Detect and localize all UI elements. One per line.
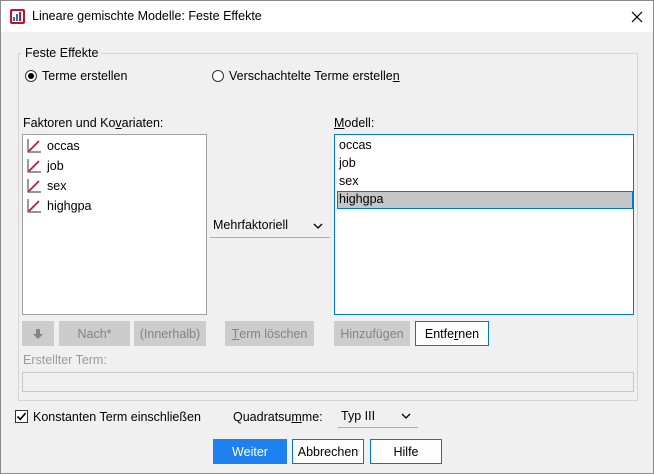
build-type-dropdown[interactable]: Mehrfaktoriell <box>210 214 330 236</box>
cancel-button[interactable]: Abbrechen <box>292 439 364 464</box>
arrow-down-icon <box>33 328 43 339</box>
sum-of-squares-value: Typ III <box>341 409 376 423</box>
chevron-down-icon <box>313 223 323 229</box>
innerhalb-button[interactable]: (Innerhalb) <box>134 321 206 346</box>
radio-build-terms[interactable] <box>25 70 37 82</box>
add-button[interactable]: Hinzufügen <box>334 321 410 346</box>
delete-term-label: erm löschen <box>239 326 308 341</box>
title-bar: Lineare gemischte Modelle: Feste Effekte <box>1 1 653 32</box>
scale-variable-icon <box>27 139 41 153</box>
model-label-mnemonic: M <box>334 116 345 130</box>
factors-label: Faktoren und Kovariaten: <box>23 116 163 130</box>
help-button[interactable]: Hilfe <box>370 439 442 464</box>
close-button[interactable] <box>621 2 653 31</box>
close-icon <box>631 11 643 22</box>
list-item-label: highgpa <box>47 199 92 213</box>
list-item-label: sex <box>47 179 67 193</box>
sum-of-squares-mnemonic: m <box>291 410 302 424</box>
delete-term-mnemonic: T <box>231 326 240 341</box>
nach-button[interactable]: Nach* <box>59 321 130 346</box>
model-label-post: odell: <box>344 116 375 130</box>
list-item-label: job <box>47 159 64 173</box>
list-item[interactable]: occas <box>26 137 80 155</box>
radio-nested-terms[interactable] <box>212 70 224 82</box>
chevron-down-icon <box>401 413 411 419</box>
factors-label-post: ariaten: <box>121 116 164 130</box>
sum-of-squares-underline <box>338 427 418 428</box>
remove-button[interactable]: Entfe r nen <box>415 321 489 346</box>
include-intercept-label[interactable]: Konstanten Term einschließen <box>33 410 201 424</box>
factors-list[interactable]: occas job sex highgpa <box>22 134 207 315</box>
remove-label-pre: Entfe <box>424 326 455 341</box>
checkmark-icon <box>16 412 27 421</box>
scale-variable-icon <box>27 199 41 213</box>
list-item-label: occas <box>47 139 80 153</box>
radio-build-terms-label[interactable]: Terme erstellen <box>42 69 127 83</box>
model-label: Modell: <box>334 116 374 130</box>
model-list[interactable]: occas job sex highgpa <box>334 134 634 315</box>
by-arrow-button[interactable] <box>22 321 54 346</box>
delete-term-button[interactable]: Term löschen <box>225 321 314 346</box>
list-item[interactable]: sex <box>337 173 633 191</box>
sum-of-squares-dropdown[interactable]: Typ III <box>338 405 418 427</box>
build-type-value: Mehrfaktoriell <box>213 218 289 232</box>
spss-app-icon <box>10 9 25 24</box>
list-item-selected[interactable]: highgpa <box>337 191 633 209</box>
scale-variable-icon <box>27 179 41 193</box>
sum-of-squares-label: Quadratsumme: <box>233 410 323 424</box>
include-intercept-checkbox[interactable] <box>15 410 28 423</box>
list-item[interactable]: job <box>337 155 633 173</box>
radio-nested-terms-label-text: Verschachtelte Terme erstelle <box>229 69 393 83</box>
radio-nested-terms-mnemonic: n <box>392 69 400 83</box>
build-type-underline <box>210 237 330 238</box>
factors-label-pre: Faktoren und Ko <box>23 116 116 130</box>
remove-label-post: nen <box>458 326 480 341</box>
list-item[interactable]: job <box>26 157 64 175</box>
fixed-effects-group-label: Feste Effekte <box>22 46 102 60</box>
list-item[interactable]: highgpa <box>26 197 92 215</box>
dialog-window: Lineare gemischte Modelle: Feste Effekte… <box>0 0 654 474</box>
built-term-label: Erstellter Term: <box>23 353 107 367</box>
scale-variable-icon <box>27 159 41 173</box>
list-item[interactable]: sex <box>26 177 66 195</box>
list-item[interactable]: occas <box>337 137 633 155</box>
built-term-field[interactable] <box>22 372 634 392</box>
sum-of-squares-label-pre: Quadratsu <box>233 410 292 424</box>
continue-button[interactable]: Weiter <box>213 439 287 464</box>
sum-of-squares-label-post: me: <box>301 410 323 424</box>
window-title: Lineare gemischte Modelle: Feste Effekte <box>32 9 262 23</box>
radio-nested-terms-label[interactable]: Verschachtelte Terme erstellen <box>229 69 400 83</box>
